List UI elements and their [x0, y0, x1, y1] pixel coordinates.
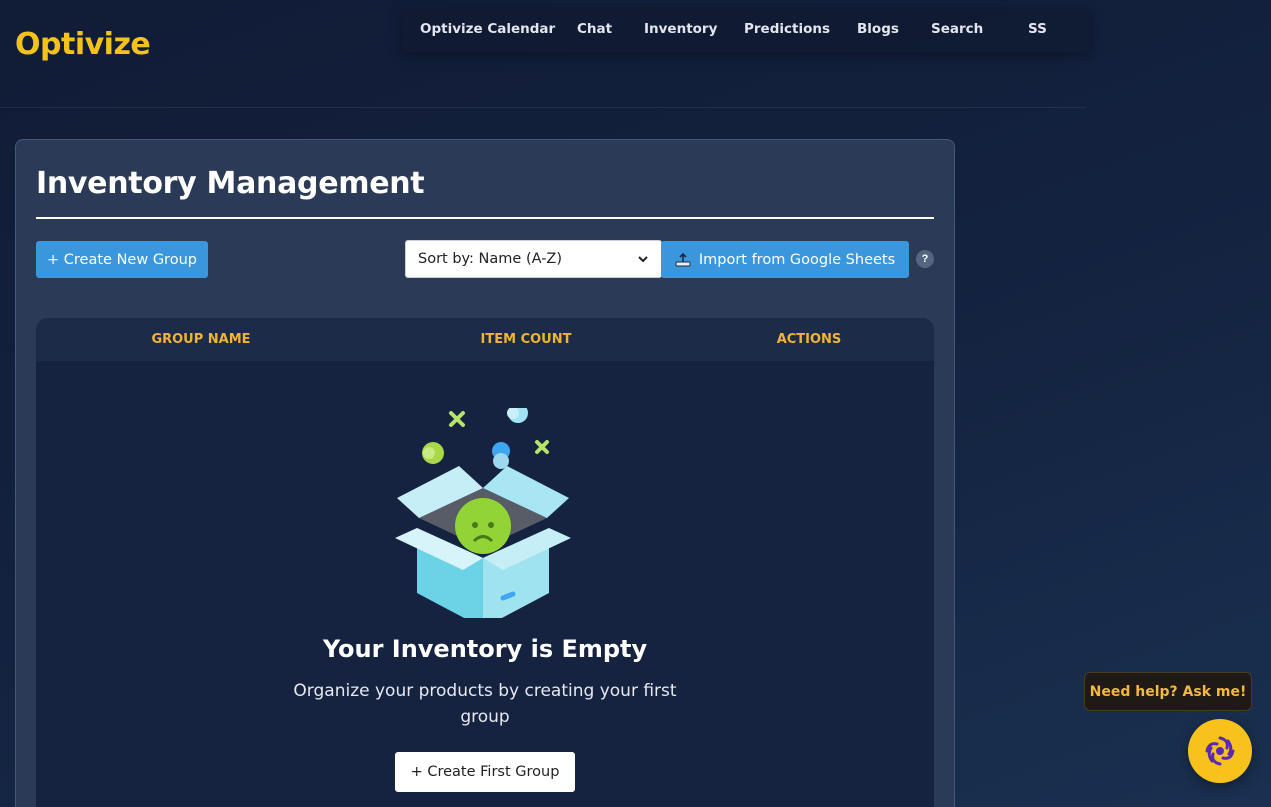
nav-link-blogs[interactable]: Blogs — [857, 21, 899, 37]
nav-link-optivize-calendar[interactable]: Optivize Calendar — [420, 21, 555, 37]
page-title: Inventory Management — [36, 166, 425, 201]
create-first-group-button[interactable]: + Create First Group — [395, 752, 575, 792]
title-divider — [36, 217, 934, 219]
nav-link-inventory[interactable]: Inventory — [644, 21, 717, 37]
empty-state-title: Your Inventory is Empty — [322, 635, 648, 663]
empty-box-icon — [395, 408, 571, 618]
chevron-down-icon — [638, 256, 648, 263]
swirl-icon — [1205, 736, 1235, 766]
create-new-group-button[interactable]: + Create New Group — [36, 241, 208, 278]
brand-logo[interactable]: Optivize — [15, 27, 151, 62]
groups-table: GROUP NAME ITEM COUNT ACTIONS Your Inven… — [36, 318, 934, 807]
nav-link-predictions[interactable]: Predictions — [744, 21, 830, 37]
nav-link-chat[interactable]: Chat — [577, 21, 612, 37]
column-header-group-name: GROUP NAME — [151, 332, 251, 347]
column-header-item-count: ITEM COUNT — [480, 332, 572, 347]
inventory-panel: Inventory Management + Create New Group … — [15, 139, 955, 807]
top-navigation-bar: Optivize Optivize Calendar Chat Inventor… — [0, 0, 1090, 108]
upload-icon — [675, 252, 691, 266]
nav-link-search[interactable]: Search — [931, 21, 983, 37]
assistant-help-bubble[interactable]: Need help? Ask me! — [1084, 672, 1252, 711]
assistant-chat-button[interactable] — [1188, 719, 1252, 783]
import-google-sheets-button[interactable]: Import from Google Sheets — [661, 241, 909, 278]
main-nav: Optivize Calendar Chat Inventory Predict… — [402, 8, 1090, 52]
empty-state-subtitle: Organize your products by creating your … — [293, 681, 677, 727]
import-label: Import from Google Sheets — [698, 251, 896, 268]
help-icon[interactable]: ? — [916, 250, 934, 268]
sort-selected-value: Sort by: Name (A-Z) — [418, 251, 563, 267]
table-header: GROUP NAME ITEM COUNT ACTIONS — [36, 318, 934, 361]
column-header-actions: ACTIONS — [776, 332, 842, 347]
sort-dropdown[interactable]: Sort by: Name (A-Z) — [405, 240, 662, 278]
user-avatar-initials[interactable]: SS — [1028, 21, 1047, 37]
